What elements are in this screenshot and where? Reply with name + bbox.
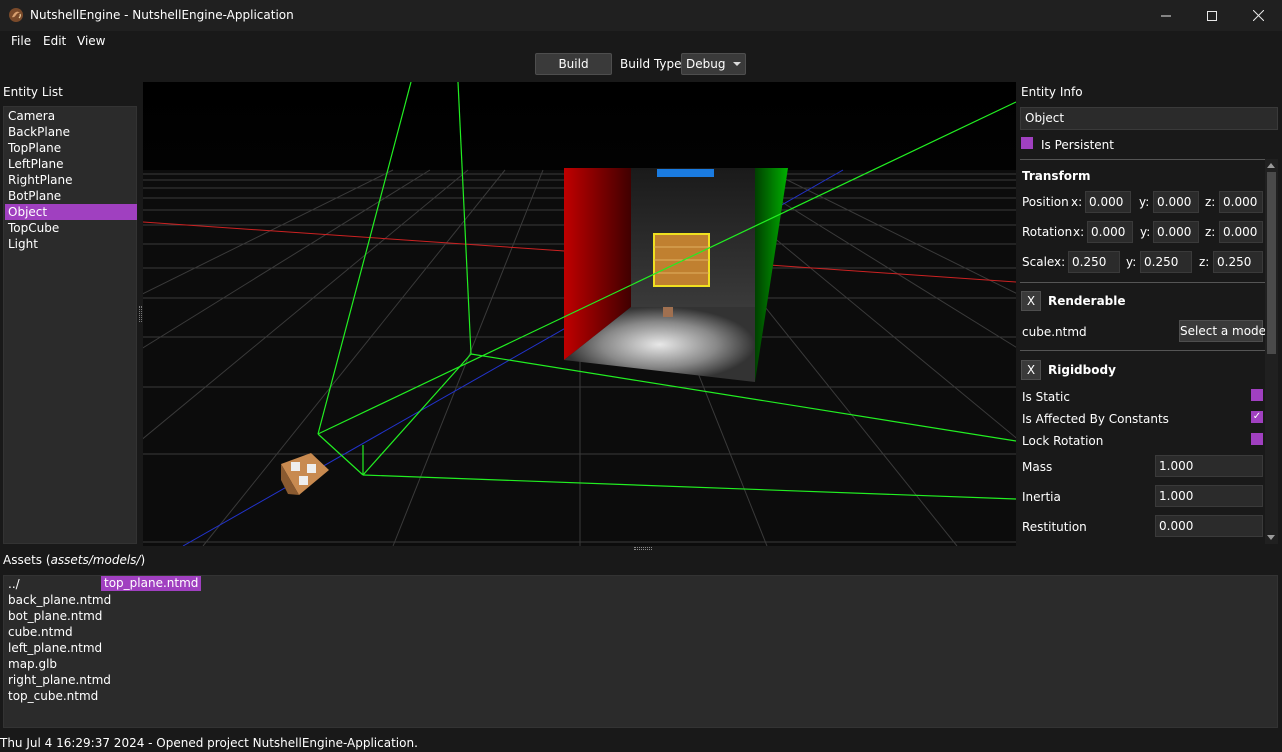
assets-list: ../ back_plane.ntmd bot_plane.ntmd cube.… bbox=[3, 575, 1278, 728]
rotation-x-label: x: bbox=[1073, 225, 1085, 239]
left-splitter-handle[interactable] bbox=[139, 306, 142, 322]
asset-item-back-plane[interactable]: back_plane.ntmd bbox=[8, 592, 111, 608]
asset-item-top-plane-dragging[interactable]: top_plane.ntmd bbox=[101, 576, 202, 591]
assets-path: assets/models/ bbox=[50, 553, 141, 567]
affected-by-constants-checkbox[interactable]: ✓ bbox=[1251, 411, 1263, 423]
position-x-label: x: bbox=[1071, 195, 1083, 209]
minimize-icon[interactable] bbox=[1143, 0, 1189, 31]
position-y-input[interactable]: 0.000 bbox=[1153, 191, 1199, 213]
mass-label: Mass bbox=[1022, 460, 1053, 474]
asset-item-map[interactable]: map.glb bbox=[8, 656, 57, 672]
entity-info-title: Entity Info bbox=[1021, 85, 1083, 99]
is-static-checkbox[interactable] bbox=[1251, 389, 1263, 401]
scale-label: Scale bbox=[1022, 255, 1055, 269]
entity-item-leftplane[interactable]: LeftPlane bbox=[5, 156, 137, 172]
asset-item-top-cube[interactable]: top_cube.ntmd bbox=[8, 688, 98, 704]
scale-y-input[interactable]: 0.250 bbox=[1140, 251, 1192, 273]
menu-view[interactable]: View bbox=[77, 34, 105, 48]
status-bar-message: Thu Jul 4 16:29:37 2024 - Opened project… bbox=[0, 736, 418, 750]
asset-item-bot-plane[interactable]: bot_plane.ntmd bbox=[8, 608, 102, 624]
window-title: NutshellEngine - NutshellEngine-Applicat… bbox=[30, 8, 294, 22]
position-x-input[interactable]: 0.000 bbox=[1085, 191, 1131, 213]
maximize-icon[interactable] bbox=[1189, 0, 1235, 31]
scale-x-input[interactable]: 0.250 bbox=[1068, 251, 1120, 273]
assets-title-prefix: Assets ( bbox=[3, 553, 51, 567]
affected-by-constants-label: Is Affected By Constants bbox=[1022, 412, 1169, 426]
menu-edit[interactable]: Edit bbox=[43, 34, 66, 48]
nutshell-icon bbox=[8, 7, 24, 23]
inertia-input[interactable]: 1.000 bbox=[1155, 485, 1263, 507]
transform-title: Transform bbox=[1022, 169, 1091, 183]
entity-item-object[interactable]: Object bbox=[5, 204, 137, 220]
divider bbox=[1020, 282, 1265, 283]
scroll-down-icon[interactable] bbox=[1267, 535, 1275, 540]
build-button[interactable]: Build bbox=[535, 53, 612, 75]
divider bbox=[1020, 350, 1265, 351]
entity-item-rightplane[interactable]: RightPlane bbox=[5, 172, 137, 188]
remove-renderable-button[interactable]: X bbox=[1021, 291, 1041, 311]
scrollbar-thumb[interactable] bbox=[1267, 172, 1276, 354]
rotation-x-input[interactable]: 0.000 bbox=[1087, 221, 1133, 243]
position-z-label: z: bbox=[1205, 195, 1216, 209]
position-y-label: y: bbox=[1139, 195, 1150, 209]
asset-item-cube[interactable]: cube.ntmd bbox=[8, 624, 73, 640]
build-type-label: Build Type bbox=[620, 57, 682, 71]
entity-item-camera[interactable]: Camera bbox=[5, 108, 137, 124]
entity-list-title: Entity List bbox=[3, 85, 63, 99]
remove-rigidbody-button[interactable]: X bbox=[1021, 360, 1041, 380]
renderable-title: Renderable bbox=[1048, 294, 1126, 308]
lock-rotation-checkbox[interactable] bbox=[1251, 433, 1263, 445]
rigidbody-title: Rigidbody bbox=[1048, 363, 1116, 377]
restitution-input[interactable]: 0.000 bbox=[1155, 515, 1263, 537]
position-z-input[interactable]: 0.000 bbox=[1219, 191, 1263, 213]
entity-item-backplane[interactable]: BackPlane bbox=[5, 124, 137, 140]
entity-list: Camera BackPlane TopPlane LeftPlane Righ… bbox=[3, 106, 137, 544]
divider bbox=[1020, 159, 1265, 160]
entity-item-botplane[interactable]: BotPlane bbox=[5, 188, 137, 204]
inertia-label: Inertia bbox=[1022, 490, 1061, 504]
asset-item-parent-dir[interactable]: ../ bbox=[8, 576, 20, 592]
renderable-model-name: cube.ntmd bbox=[1022, 325, 1087, 339]
assets-title: Assets (assets/models/) bbox=[3, 553, 145, 567]
lock-rotation-label: Lock Rotation bbox=[1022, 434, 1104, 448]
chevron-down-icon bbox=[733, 62, 741, 66]
scroll-up-icon[interactable] bbox=[1267, 163, 1275, 168]
asset-item-left-plane[interactable]: left_plane.ntmd bbox=[8, 640, 102, 656]
rotation-z-label: z: bbox=[1205, 225, 1216, 239]
entity-components-panel: Transform Position x: 0.000 y: 0.000 z: … bbox=[1018, 159, 1265, 544]
rotation-y-label: y: bbox=[1140, 225, 1151, 239]
scale-x-label: x: bbox=[1054, 255, 1066, 269]
selected-cube bbox=[653, 233, 710, 287]
build-type-select[interactable]: Debug bbox=[681, 53, 746, 75]
scene-viewport[interactable] bbox=[143, 82, 1016, 546]
restitution-label: Restitution bbox=[1022, 520, 1087, 534]
scale-y-label: y: bbox=[1126, 255, 1137, 269]
menu-bar bbox=[0, 31, 1282, 53]
rotation-y-input[interactable]: 0.000 bbox=[1153, 221, 1199, 243]
mass-input[interactable]: 1.000 bbox=[1155, 455, 1263, 477]
is-persistent-checkbox[interactable] bbox=[1021, 137, 1033, 149]
scale-z-label: z: bbox=[1199, 255, 1210, 269]
scene-render bbox=[143, 82, 1016, 546]
assets-title-suffix: ) bbox=[140, 553, 146, 567]
entity-item-topcube[interactable]: TopCube bbox=[5, 220, 137, 236]
scale-z-input[interactable]: 0.250 bbox=[1213, 251, 1263, 273]
bottom-splitter-handle[interactable] bbox=[634, 547, 652, 550]
entity-name-input[interactable]: Object bbox=[1020, 107, 1278, 130]
entity-item-topplane[interactable]: TopPlane bbox=[5, 140, 137, 156]
rotation-z-input[interactable]: 0.000 bbox=[1219, 221, 1263, 243]
is-persistent-label: Is Persistent bbox=[1041, 138, 1114, 152]
position-label: Position bbox=[1022, 195, 1069, 209]
build-type-value: Debug bbox=[686, 57, 726, 71]
asset-item-right-plane[interactable]: right_plane.ntmd bbox=[8, 672, 111, 688]
close-icon[interactable] bbox=[1235, 0, 1281, 31]
select-model-button[interactable]: Select a model bbox=[1179, 320, 1265, 342]
menu-file[interactable]: File bbox=[11, 34, 31, 48]
is-static-label: Is Static bbox=[1022, 390, 1070, 404]
rotation-label: Rotation bbox=[1022, 225, 1073, 239]
entity-item-light[interactable]: Light bbox=[5, 236, 137, 252]
